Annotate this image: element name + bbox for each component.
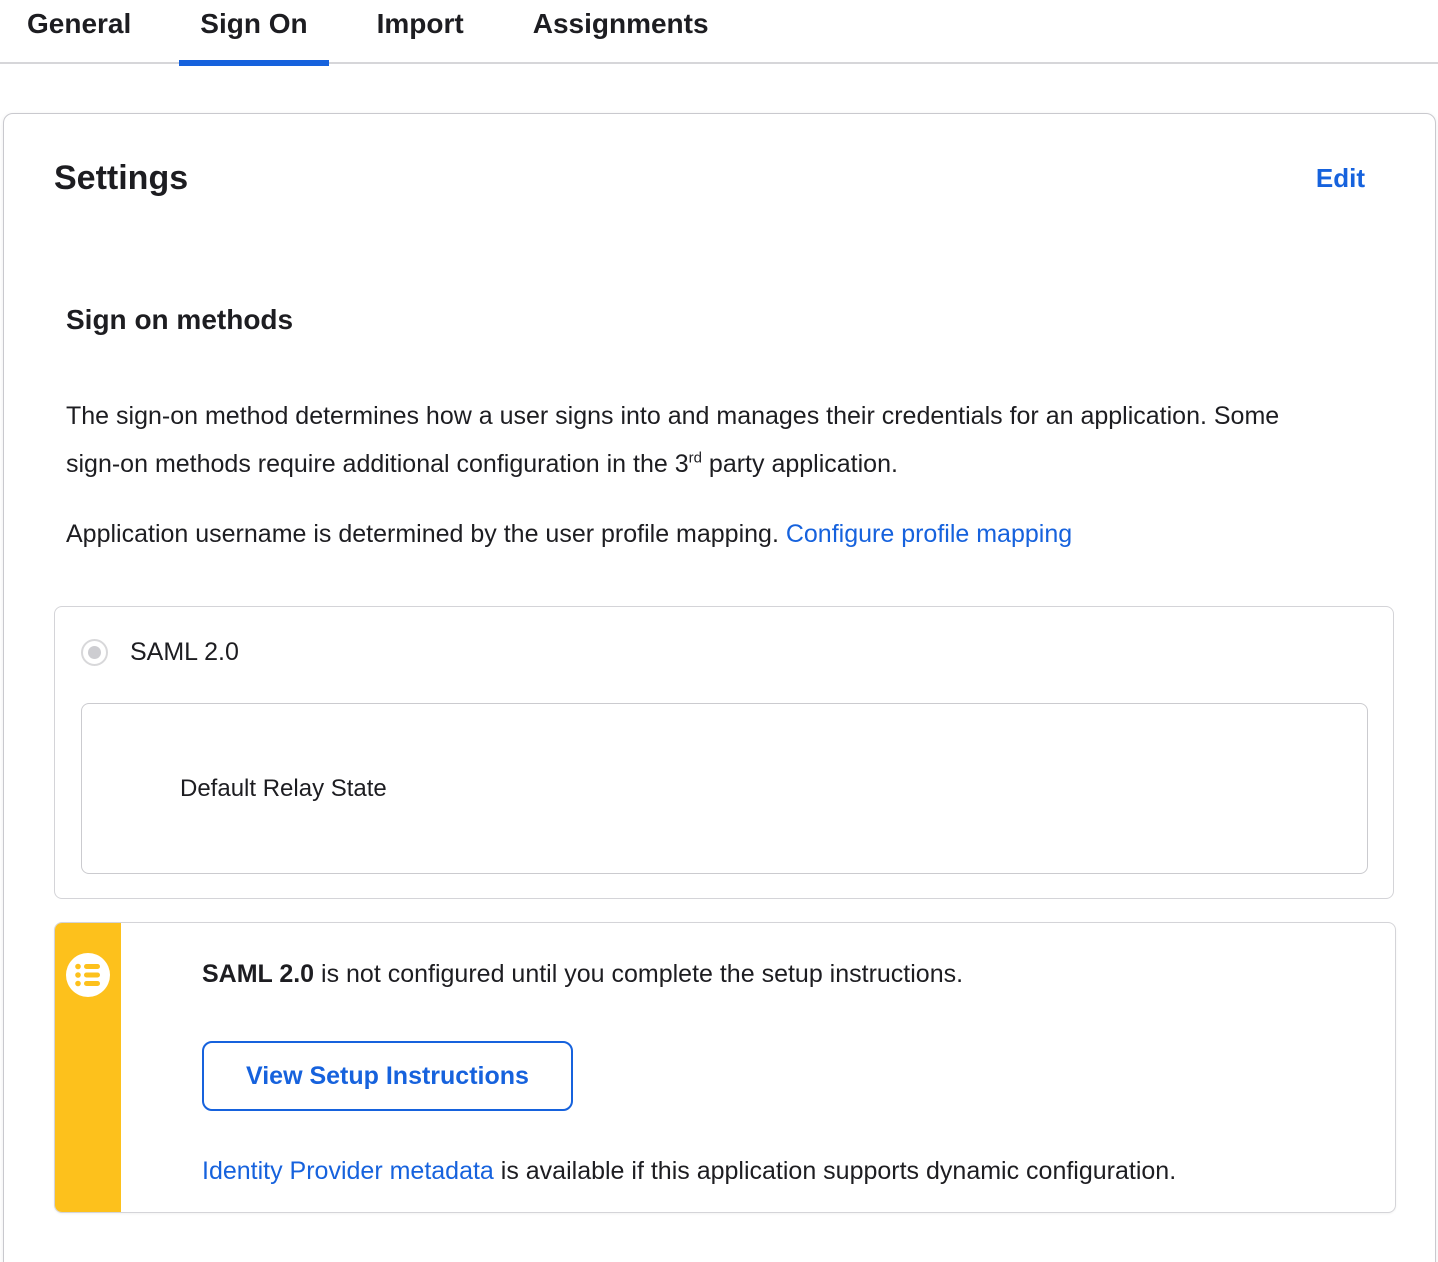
tab-import[interactable]: Import	[356, 0, 485, 64]
default-relay-state-box: Default Relay State	[81, 703, 1368, 874]
username-description-text: Application username is determined by th…	[66, 520, 786, 548]
saml-radio-button[interactable]	[81, 638, 108, 666]
view-setup-instructions-button[interactable]: View Setup Instructions	[202, 1041, 573, 1111]
list-icon	[66, 953, 110, 997]
callout-body: SAML 2.0 is not configured until you com…	[121, 923, 1395, 1212]
callout-message: SAML 2.0 is not configured until you com…	[202, 957, 1375, 991]
tab-sign-on[interactable]: Sign On	[179, 0, 329, 66]
edit-link[interactable]: Edit	[1316, 163, 1365, 194]
callout-message-text: is not configured until you complete the…	[314, 960, 964, 988]
identity-provider-metadata-link[interactable]: Identity Provider metadata	[202, 1157, 494, 1185]
setup-instructions-callout: SAML 2.0 is not configured until you com…	[54, 922, 1396, 1213]
settings-title: Settings	[54, 159, 189, 197]
saml-radio-label: SAML 2.0	[130, 637, 239, 666]
tab-assignments[interactable]: Assignments	[512, 0, 730, 64]
callout-warning-stripe	[55, 923, 121, 1212]
tab-bar: General Sign On Import Assignments	[0, 0, 1438, 66]
username-description: Application username is determined by th…	[66, 510, 1326, 558]
sign-on-methods-heading: Sign on methods	[66, 304, 294, 335]
saml-method-box: SAML 2.0 Default Relay State	[54, 606, 1394, 899]
callout-footer: Identity Provider metadata is available …	[202, 1155, 1375, 1187]
settings-card-header: Settings Edit	[54, 158, 1365, 198]
default-relay-state-label: Default Relay State	[180, 774, 387, 802]
ordinal-superscript: rd	[688, 449, 702, 467]
callout-footer-text: is available if this application support…	[493, 1157, 1177, 1185]
settings-card: Settings Edit Sign on methods The sign-o…	[3, 113, 1436, 1262]
sign-on-description-text: The sign-on method determines how a user…	[66, 402, 1280, 478]
sign-on-description: The sign-on method determines how a user…	[66, 392, 1326, 488]
sign-on-description-tail: party application.	[701, 450, 898, 478]
saml-radio-row: SAML 2.0	[81, 637, 1393, 667]
configure-profile-mapping-link[interactable]: Configure profile mapping	[786, 520, 1072, 548]
tab-general[interactable]: General	[6, 0, 152, 64]
callout-message-bold: SAML 2.0	[202, 960, 315, 988]
